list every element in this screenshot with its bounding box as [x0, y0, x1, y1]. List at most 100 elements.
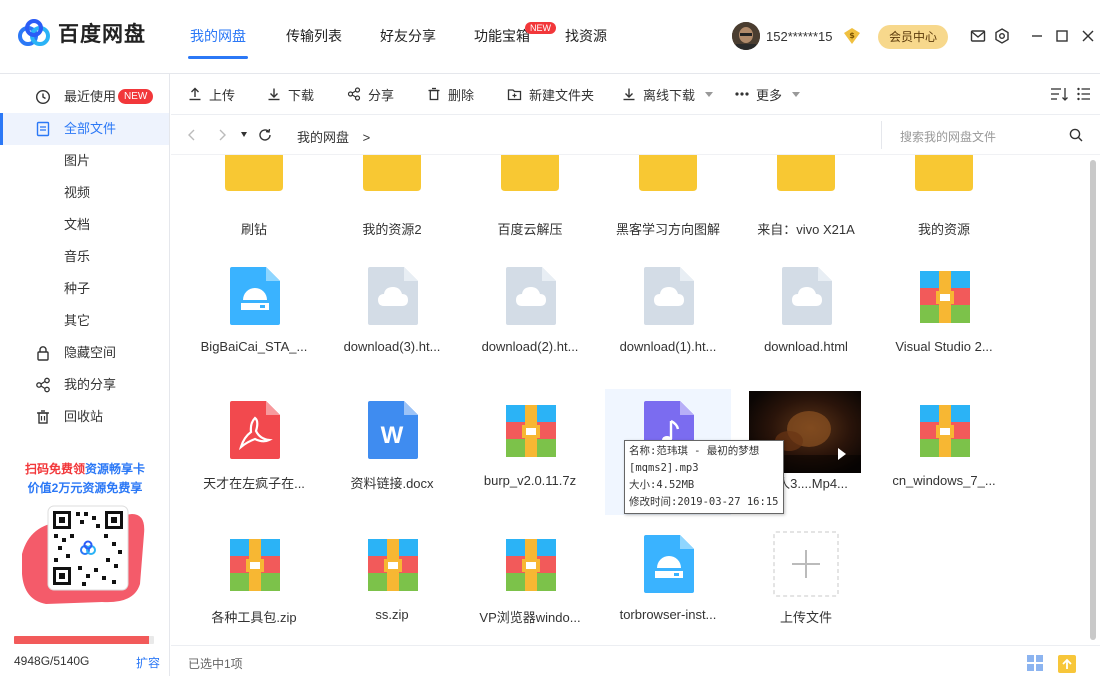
file-item[interactable]: burp_v2.0.11.7z — [467, 389, 593, 515]
minimize-icon[interactable] — [1029, 28, 1045, 44]
search-icon[interactable] — [1069, 128, 1083, 142]
file-item[interactable]: 黑客学习方向图解 — [605, 155, 731, 261]
list-view-icon[interactable] — [1077, 87, 1091, 101]
sidebar-item-label: 图片 — [64, 153, 91, 168]
history-dropdown-icon[interactable] — [241, 132, 247, 137]
sort-icon[interactable] — [1050, 87, 1068, 101]
download-icon — [268, 88, 280, 101]
file-name: VP浏览器windo... — [479, 610, 581, 625]
breadcrumb-separator[interactable]: > — [363, 130, 371, 145]
file-item[interactable]: BigBaiCai_STA_... — [191, 255, 317, 381]
sidebar-item-recycle-bin[interactable]: 回收站 — [0, 401, 169, 433]
offline-download-icon — [623, 88, 635, 101]
sidebar-item-recent[interactable]: 最近使用 NEW — [0, 81, 169, 113]
tab-friend-share[interactable]: 好友分享 — [380, 0, 436, 74]
file-item[interactable]: ss.zip — [329, 523, 455, 645]
share-nodes-icon — [36, 377, 50, 393]
file-name: 天才在左疯子在... — [203, 476, 305, 491]
promo-line-1-a: 扫码免费领 — [24, 462, 85, 476]
refresh-icon[interactable] — [258, 128, 272, 142]
svg-text:W: W — [381, 422, 404, 449]
file-item[interactable]: download(3).ht... — [329, 255, 455, 381]
sidebar-item-images[interactable]: 图片 — [0, 145, 169, 177]
file-item[interactable]: VP浏览器windo... — [467, 523, 593, 645]
tab-toolbox[interactable]: 功能宝箱 — [474, 0, 530, 74]
search-input[interactable]: 搜索我的网盘文件 — [881, 121, 1090, 149]
tab-find-resources[interactable]: 找资源 — [565, 0, 607, 74]
file-item[interactable]: 我的资源2 — [329, 155, 455, 261]
exe-file-icon — [228, 265, 282, 327]
archive-file-icon — [504, 403, 558, 465]
delete-button[interactable]: 删除 — [427, 74, 474, 114]
settings-gear-icon[interactable] — [994, 28, 1010, 44]
file-item[interactable]: 百度云解压 — [467, 155, 593, 261]
html-file-icon — [504, 265, 558, 327]
sidebar-item-label: 文档 — [64, 217, 91, 232]
qr-code-promo-card[interactable] — [22, 504, 146, 606]
sidebar-item-music[interactable]: 音乐 — [0, 241, 169, 273]
trash-icon — [37, 410, 49, 424]
vip-diamond-icon[interactable]: $ — [843, 27, 861, 45]
file-item[interactable]: 我的资源 — [881, 155, 1007, 261]
sidebar-item-all-files[interactable]: 全部文件 — [0, 113, 169, 145]
sidebar-item-label: 回收站 — [64, 409, 104, 424]
upload-queue-icon[interactable] — [1057, 654, 1077, 674]
document-list-icon — [36, 121, 50, 137]
tab-transfer-list[interactable]: 传输列表 — [286, 0, 342, 74]
upload-button[interactable]: 上传 — [188, 74, 235, 114]
file-item[interactable]: download(2).ht... — [467, 255, 593, 381]
file-item[interactable]: Visual Studio 2... — [881, 255, 1007, 381]
file-name: 刷钻 — [240, 222, 267, 237]
promo-line-2[interactable]: 价值2万元资源免费享 — [0, 479, 170, 496]
promo-line-1-b: 资源畅享卡 — [85, 462, 146, 476]
file-item[interactable]: 天才在左疯子在... — [191, 389, 317, 515]
tab-my-netdisk[interactable]: 我的网盘 — [190, 0, 246, 74]
tooltip-size: 大小:4.52MB — [629, 479, 695, 491]
file-item[interactable]: torbrowser-inst... — [605, 523, 731, 645]
address-bar: 我的网盘 > 搜索我的网盘文件 — [171, 115, 1100, 155]
file-item[interactable]: 来自：vivo X21A — [743, 155, 869, 261]
promo-line-1[interactable]: 扫码免费领资源畅享卡 — [0, 460, 170, 477]
folder-icon — [500, 155, 559, 207]
file-item[interactable]: download(1).ht... — [605, 255, 731, 381]
app-logo[interactable]: 百度网盘 — [18, 18, 146, 48]
file-name: download.html — [764, 339, 848, 354]
file-item[interactable]: download.html — [743, 255, 869, 381]
tooltip-name: 名称:范玮琪 - 最初的梦想 — [629, 445, 760, 457]
sidebar-item-other[interactable]: 其它 — [0, 305, 169, 337]
svg-text:$: $ — [849, 31, 855, 40]
sidebar-item-label: 我的分享 — [64, 377, 117, 392]
storage-usage-text: 4948G/5140G — [14, 654, 90, 668]
breadcrumb-root[interactable]: 我的网盘 — [297, 130, 349, 145]
avatar[interactable] — [732, 22, 760, 50]
upload-file-tile[interactable]: 上传文件 — [743, 523, 869, 645]
new-folder-button[interactable]: 新建文件夹 — [507, 74, 594, 114]
download-button[interactable]: 下载 — [267, 74, 314, 114]
username[interactable]: 152******15 — [766, 29, 833, 44]
close-icon[interactable] — [1080, 28, 1096, 44]
forward-arrow-icon[interactable] — [217, 129, 227, 141]
more-button[interactable]: 更多 — [735, 74, 801, 114]
file-item[interactable]: 刷钻 — [191, 155, 317, 261]
maximize-icon[interactable] — [1054, 28, 1070, 44]
grid-view-icon[interactable] — [1026, 654, 1044, 672]
file-grid: 刷钻 我的资源2 百度云解压 黑客学习方向图解 来自：vivo X21A 我的资源 BigB… — [171, 155, 1089, 645]
share-button[interactable]: 分享 — [347, 74, 394, 114]
avatar-image-icon — [732, 22, 760, 50]
expand-storage-link[interactable]: 扩容 — [136, 654, 160, 671]
scrollbar[interactable] — [1090, 160, 1096, 640]
member-center-button[interactable]: 会员中心 — [878, 25, 948, 49]
sidebar-item-torrents[interactable]: 种子 — [0, 273, 169, 305]
file-item[interactable]: W 资料链接.docx — [329, 389, 455, 515]
offline-download-button[interactable]: 离线下载 — [622, 74, 714, 114]
sidebar-item-videos[interactable]: 视频 — [0, 177, 169, 209]
file-item[interactable]: 各种工具包.zip — [191, 523, 317, 645]
archive-file-icon — [366, 537, 420, 599]
sidebar-item-hidden-space[interactable]: 隐藏空间 — [0, 337, 169, 369]
sidebar-item-documents[interactable]: 文档 — [0, 209, 169, 241]
back-arrow-icon[interactable] — [187, 129, 197, 141]
search-placeholder: 搜索我的网盘文件 — [900, 130, 997, 144]
file-item[interactable]: cn_windows_7_... — [881, 389, 1007, 515]
sidebar-item-my-shares[interactable]: 我的分享 — [0, 369, 169, 401]
mail-icon[interactable] — [970, 28, 986, 44]
